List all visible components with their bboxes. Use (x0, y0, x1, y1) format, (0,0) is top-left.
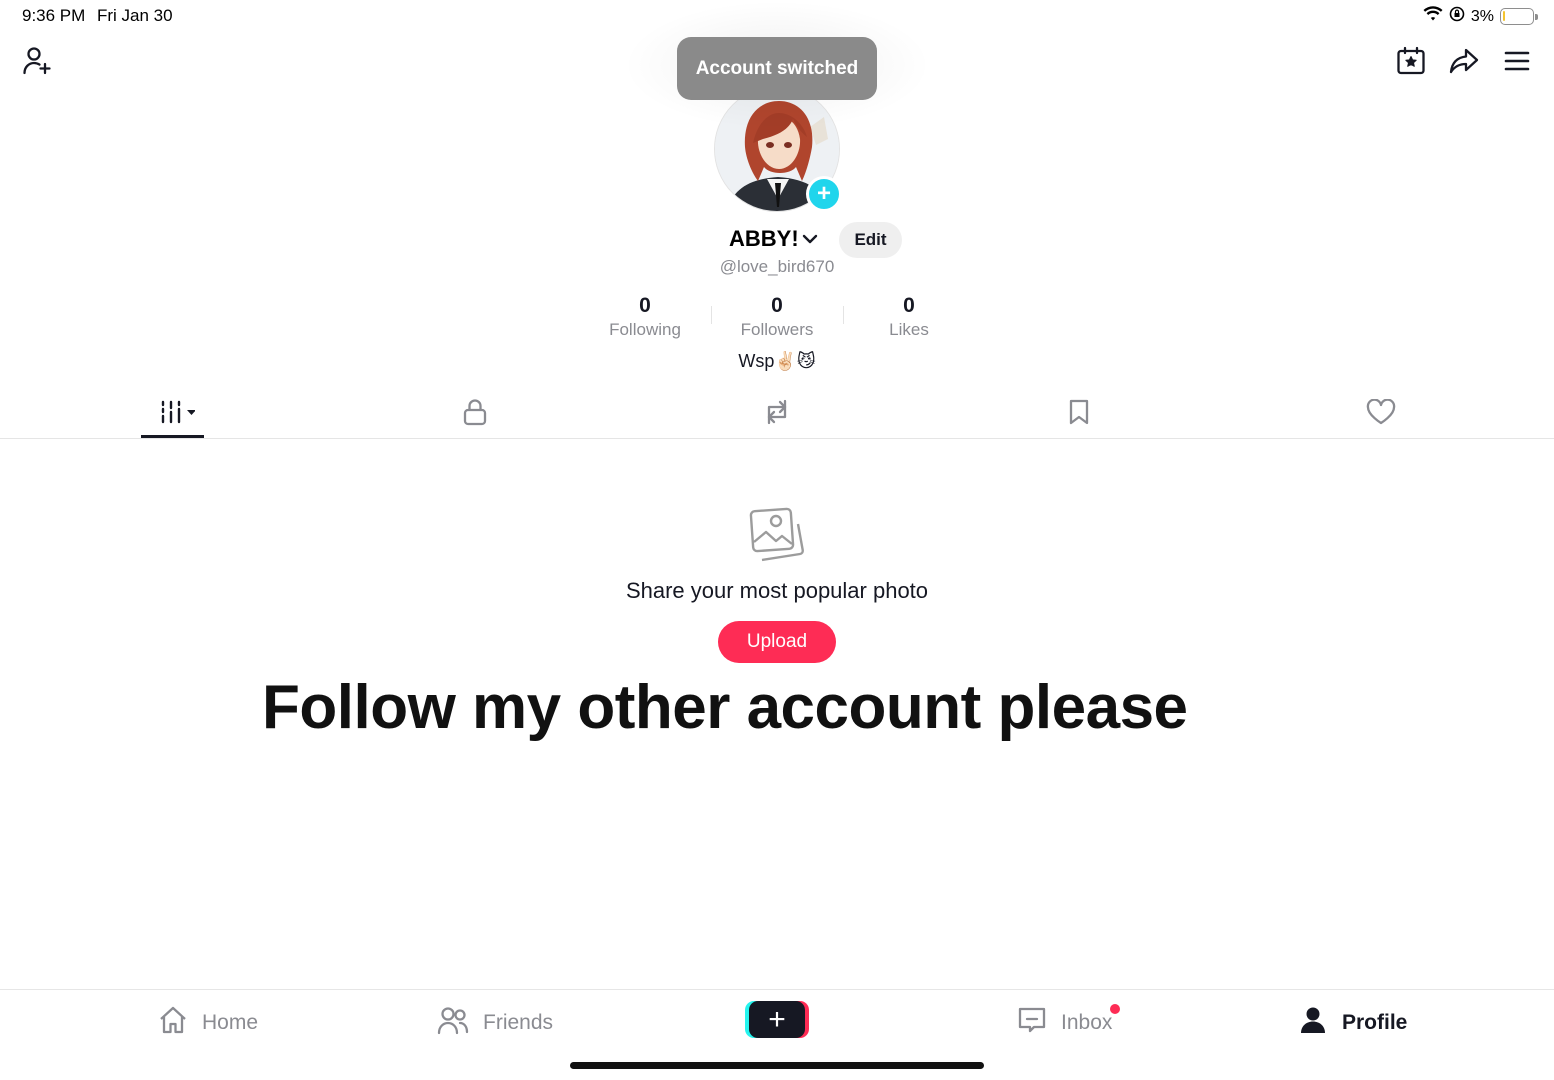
nav-friends[interactable]: Friends (437, 1006, 553, 1040)
battery-percent: 3% (1470, 7, 1494, 25)
stat-value: 0 (771, 294, 783, 317)
home-icon (158, 1005, 188, 1041)
chevron-down-icon[interactable] (801, 230, 819, 248)
nav-profile[interactable]: Profile (1298, 1006, 1407, 1040)
status-time: 9:36 PM (22, 6, 86, 25)
create-button[interactable]: + (749, 1001, 805, 1038)
profile-tabs (0, 386, 1554, 439)
home-indicator (570, 1062, 984, 1069)
repost-icon (762, 398, 792, 431)
battery-fill (1503, 11, 1505, 21)
videos-grid-icon (151, 399, 196, 430)
toast-account-switched: Account switched (677, 37, 877, 100)
stat-following[interactable]: 0 Following (579, 294, 711, 342)
stat-likes[interactable]: 0 Likes (843, 294, 975, 342)
tab-reposts[interactable] (747, 394, 807, 434)
profile-bio: Wsp✌🏻😼 (738, 351, 816, 371)
status-date: Fri Jan 30 (97, 6, 173, 25)
username: @love_bird670 (719, 257, 835, 276)
active-tab-indicator (141, 435, 204, 438)
stat-label: Followers (740, 320, 814, 339)
tab-favorites[interactable] (1049, 394, 1109, 434)
stat-value: 0 (903, 294, 915, 317)
stat-value: 0 (639, 294, 651, 317)
menu-icon[interactable] (1499, 43, 1535, 79)
nav-home[interactable]: Home (158, 1006, 258, 1040)
orientation-lock-icon (1449, 6, 1465, 27)
nav-inbox-label: Inbox (1061, 1011, 1113, 1034)
stat-followers[interactable]: 0 Followers (711, 294, 843, 342)
profile-name-row: ABBY! Edit (0, 222, 1554, 258)
overlay-caption: Follow my other account please (262, 673, 1188, 742)
share-icon[interactable] (1446, 43, 1482, 79)
inbox-icon (1017, 1005, 1047, 1041)
stat-label: Likes (889, 320, 929, 339)
tab-private[interactable] (445, 394, 505, 434)
add-friend-icon[interactable] (19, 43, 55, 79)
inbox-notification-dot (1110, 1004, 1120, 1014)
nav-friends-label: Friends (483, 1011, 554, 1034)
edit-profile-button[interactable]: Edit (839, 222, 902, 258)
lock-icon (462, 398, 488, 431)
nav-inbox[interactable]: Inbox (1017, 1006, 1112, 1040)
battery-icon (1500, 8, 1538, 25)
tab-liked[interactable] (1351, 394, 1411, 434)
tab-videos[interactable] (143, 394, 203, 434)
display-name[interactable]: ABBY! (729, 226, 799, 252)
stat-label: Following (609, 320, 681, 339)
bookmark-icon (1068, 398, 1090, 431)
profile-icon (1298, 1005, 1328, 1041)
empty-state-title: Share your most popular photo (625, 578, 929, 603)
profile-stats: 0 Following 0 Followers 0 Likes (579, 294, 975, 342)
calendar-star-icon[interactable] (1393, 43, 1429, 79)
wifi-icon (1423, 6, 1443, 27)
nav-profile-label: Profile (1342, 1011, 1408, 1034)
heart-icon (1366, 398, 1396, 430)
photos-icon (748, 506, 806, 564)
upload-button[interactable]: Upload (718, 621, 836, 663)
add-avatar-button[interactable]: + (806, 176, 842, 212)
friends-icon (437, 1005, 469, 1041)
nav-home-label: Home (202, 1011, 259, 1034)
status-indicators: 3% (1423, 6, 1538, 27)
